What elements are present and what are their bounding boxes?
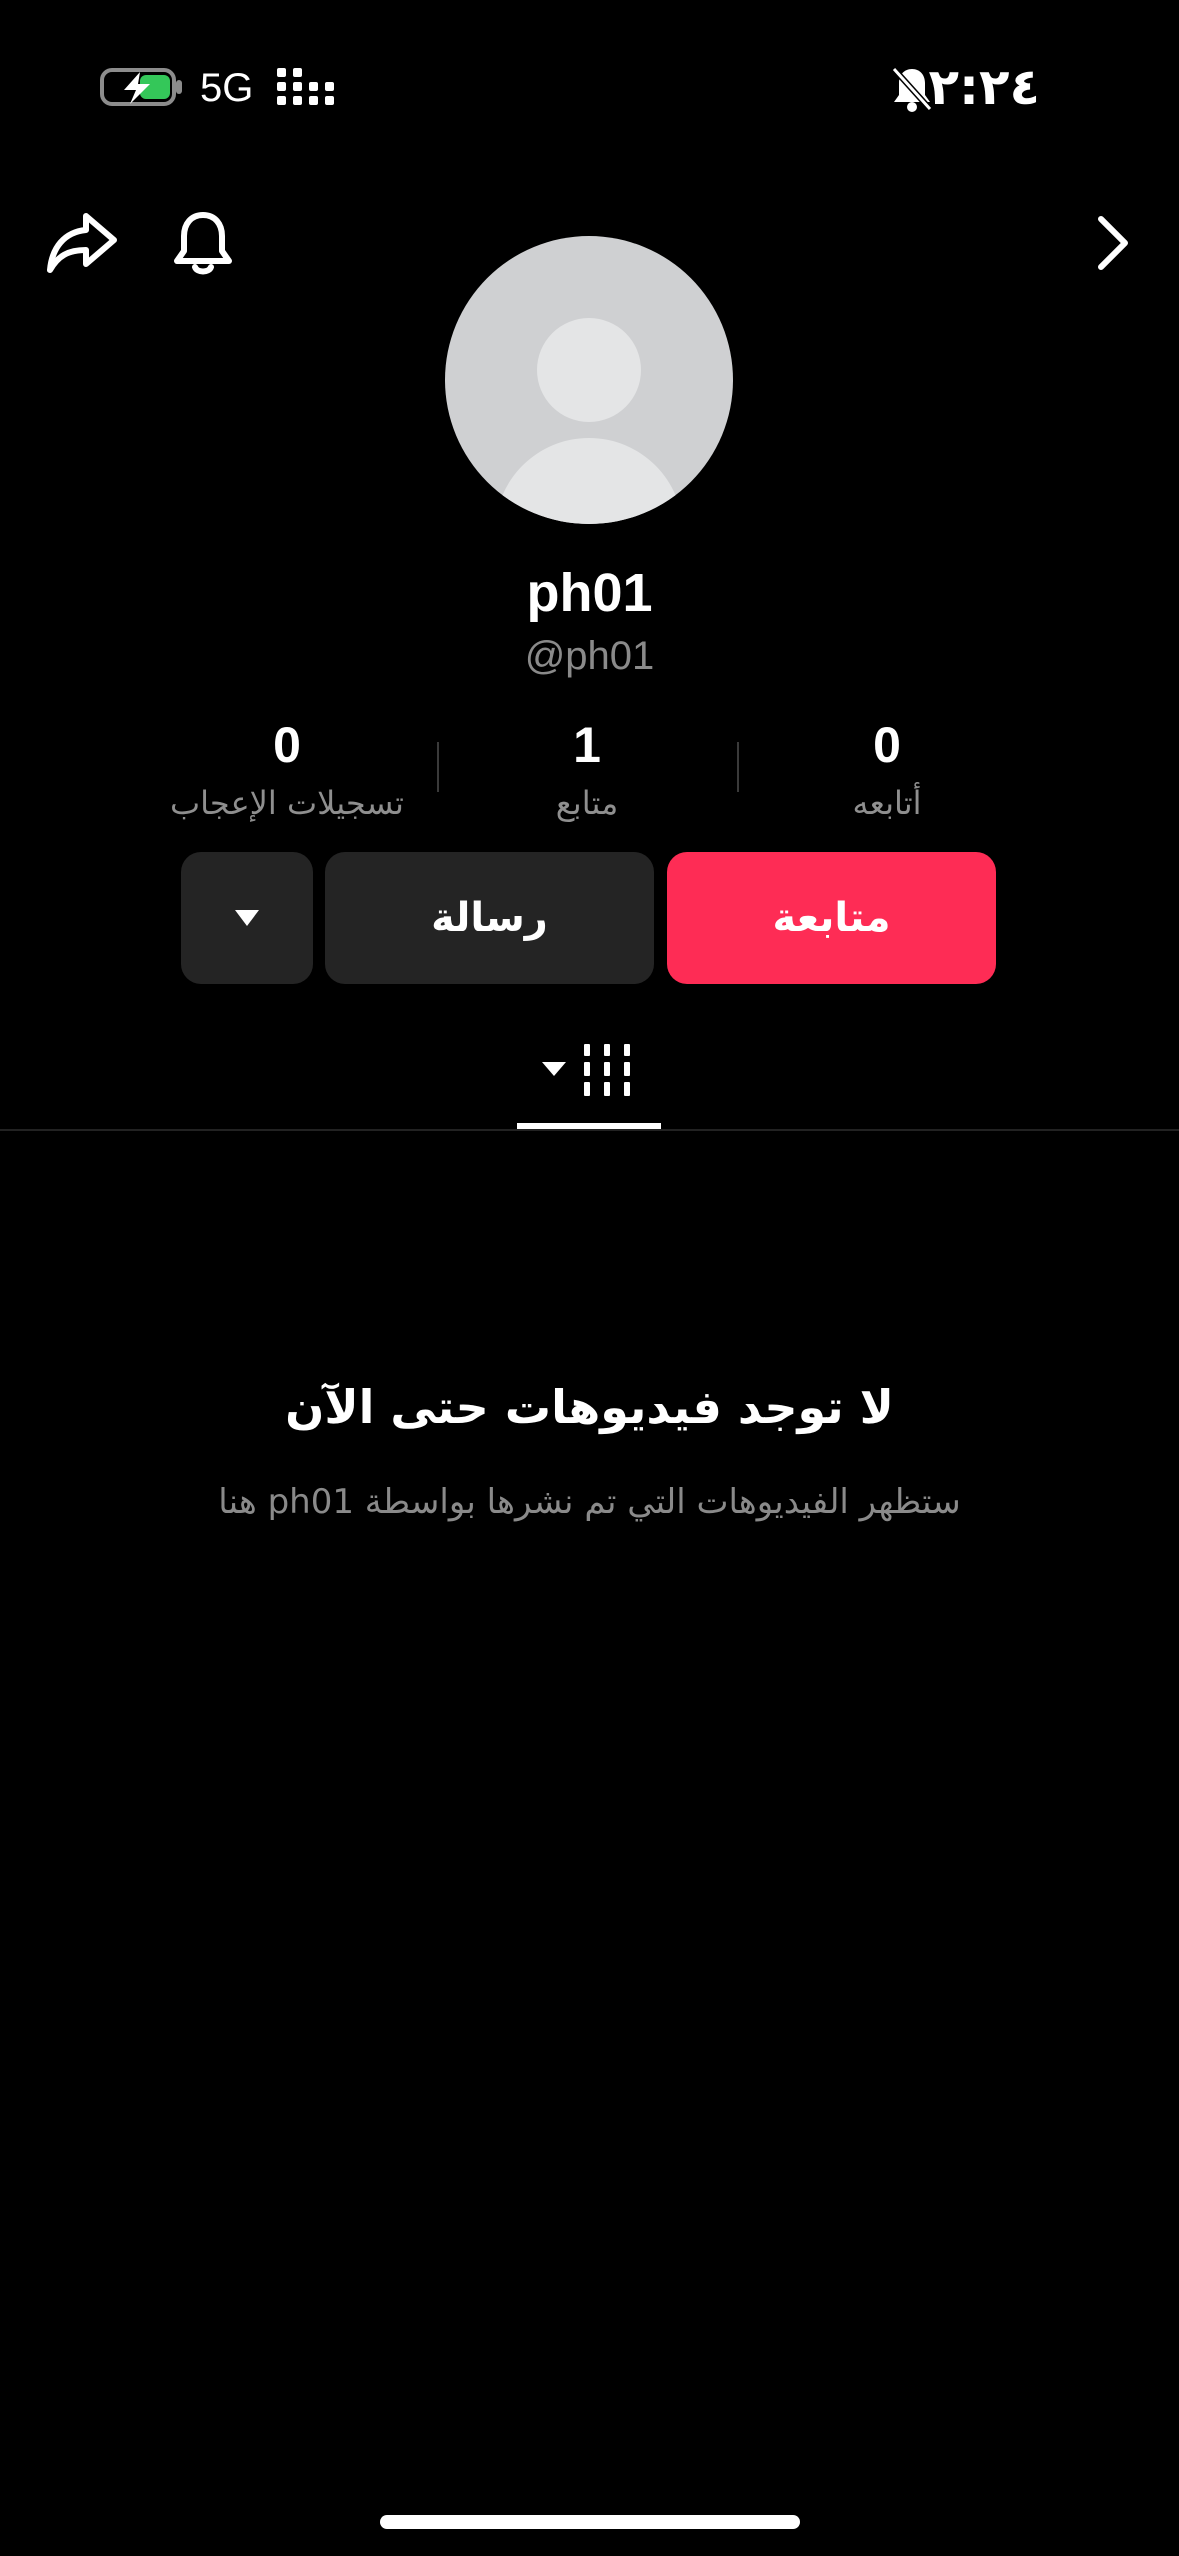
message-button[interactable]: رسالة [325, 852, 654, 984]
follow-button[interactable]: متابعة [667, 852, 996, 984]
caret-down-icon [235, 910, 259, 926]
bell-icon [174, 212, 232, 275]
followers-stat[interactable]: 1 متابع [437, 710, 737, 826]
empty-state-subtitle: ستظهر الفيديوهات التي تم نشرها بواسطة ph… [218, 1482, 961, 1522]
notification-bell-button[interactable] [163, 203, 243, 283]
followers-count: 1 [573, 717, 601, 773]
likes-count: 0 [273, 717, 301, 773]
videos-tab[interactable] [540, 1040, 640, 1100]
username-handle: @ph01 [524, 634, 655, 678]
network-type: 5G [200, 66, 254, 110]
likes-label: تسجيلات الإعجاب [170, 784, 404, 822]
followers-label: متابع [555, 784, 619, 822]
display-name: ph01 [526, 563, 653, 623]
following-label: أتابعه [852, 784, 922, 822]
videos-grid-icon [542, 1044, 630, 1096]
signal-icon [277, 68, 334, 105]
forward-button[interactable] [1073, 203, 1153, 283]
likes-stat[interactable]: 0 تسجيلات الإعجاب [137, 710, 437, 826]
following-count: 0 [873, 717, 901, 773]
following-stat[interactable]: 0 أتابعه [737, 710, 1037, 826]
tabs-divider [0, 1129, 1179, 1131]
chevron-right-icon [1098, 216, 1128, 270]
battery-charging-icon [100, 68, 182, 106]
avatar-body-shape [495, 438, 683, 524]
avatar[interactable] [445, 236, 733, 524]
avatar-head-shape [537, 318, 641, 422]
status-time: ٢:٢٤ [928, 58, 1040, 116]
empty-state-title: لا توجد فيديوهات حتى الآن [285, 1380, 894, 1434]
more-options-button[interactable] [181, 852, 313, 984]
share-arrow-icon [47, 213, 117, 273]
home-indicator[interactable] [380, 2515, 800, 2529]
share-button[interactable] [42, 203, 122, 283]
